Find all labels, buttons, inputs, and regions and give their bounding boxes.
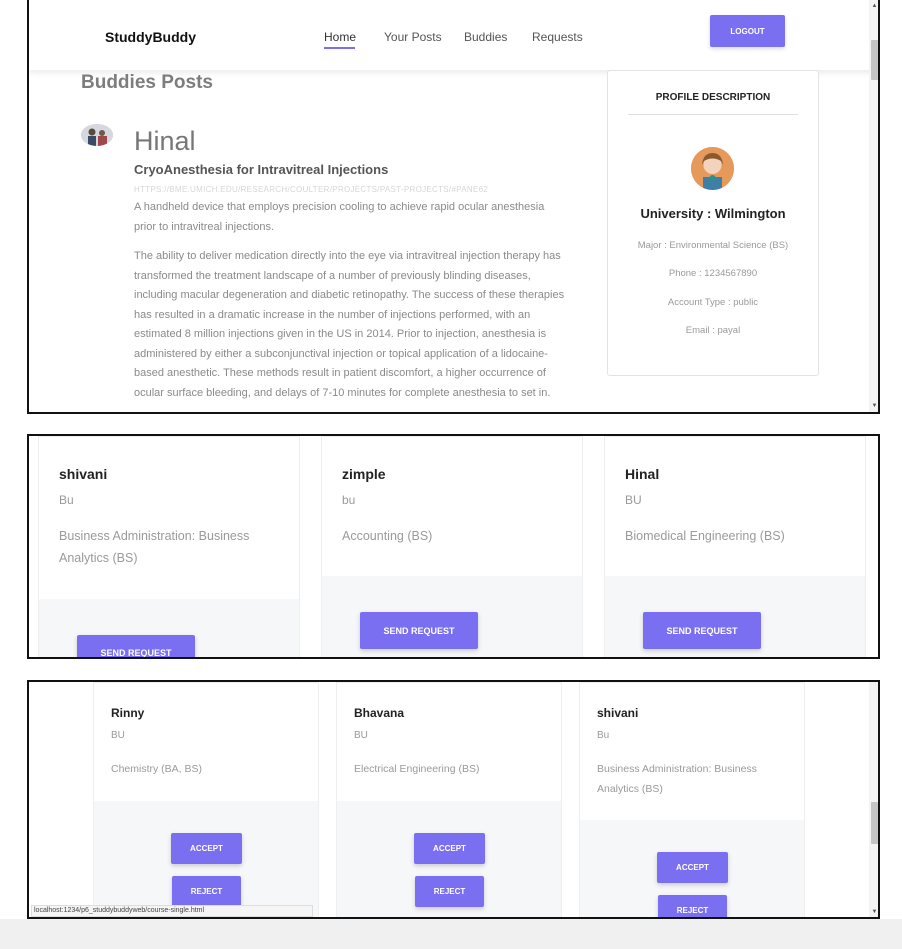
post-body: The ability to deliver medication direct… — [134, 250, 565, 399]
request-university: Bu — [597, 730, 610, 741]
status-bar-url: localhost:1234/p6_studdybuddyweb/course-… — [31, 905, 313, 917]
request-card: Bhavana BU Electrical Engineering (BS) A… — [336, 682, 562, 917]
profile-divider — [628, 114, 798, 115]
request-name: Bhavana — [354, 706, 405, 720]
profile-email: Email : payal — [685, 325, 741, 336]
buddy-name: shivani — [59, 466, 108, 482]
navbar: StuddyBuddy Home Your Posts Buddies Requ… — [29, 0, 878, 70]
home-page-panel: StuddyBuddy Home Your Posts Buddies Requ… — [27, 0, 880, 414]
brand-logo[interactable]: StuddyBuddy — [105, 29, 196, 45]
nav-home[interactable]: Home — [324, 30, 356, 44]
buddy-name: zimple — [342, 466, 386, 482]
vertical-scrollbar[interactable]: ▼ — [869, 682, 878, 917]
request-major: Electrical Engineering (BS) — [354, 763, 480, 775]
buddy-university: BU — [625, 493, 642, 507]
buddy-university: bu — [342, 493, 356, 507]
accept-button[interactable]: ACCEPT — [414, 833, 485, 864]
nav-active-indicator — [324, 47, 355, 49]
nav-your-posts[interactable]: Your Posts — [384, 30, 442, 44]
request-major: Business Administration: Business Analyt… — [597, 763, 757, 795]
buddy-major: Accounting (BS) — [342, 529, 433, 543]
reject-button[interactable]: REJECT — [415, 876, 484, 907]
profile-phone: Phone : 1234567890 — [668, 268, 758, 279]
send-request-button[interactable]: SEND REQUEST — [77, 635, 195, 657]
buddy-card: shivani Bu Business Administration: Busi… — [38, 436, 300, 657]
buddy-university: Bu — [59, 493, 74, 507]
section-title: Buddies Posts — [81, 72, 213, 93]
profile-card: PROFILE DESCRIPTION University : Wilming… — [607, 70, 819, 376]
accept-button[interactable]: ACCEPT — [171, 833, 242, 864]
post-author-name[interactable]: Hinal — [134, 126, 196, 157]
request-name: shivani — [597, 706, 639, 720]
profile-avatar — [691, 147, 734, 190]
post-title[interactable]: CryoAnesthesia for Intravitreal Injectio… — [134, 162, 388, 177]
send-request-button[interactable]: SEND REQUEST — [360, 612, 478, 649]
vertical-scrollbar[interactable]: ▲ ▼ — [869, 0, 878, 412]
logout-button[interactable]: LOGOUT — [710, 15, 785, 47]
accept-button[interactable]: ACCEPT — [657, 852, 728, 883]
requests-panel: Rinny BU Chemistry (BA, BS) ACCEPT REJEC… — [27, 680, 880, 919]
post-summary: A handheld device that employs precision… — [134, 201, 545, 233]
nav-buddies[interactable]: Buddies — [464, 30, 507, 44]
buddy-name: Hinal — [625, 466, 660, 482]
request-card: Rinny BU Chemistry (BA, BS) ACCEPT REJEC… — [93, 682, 319, 917]
profile-major: Major : Environmental Science (BS) — [637, 240, 789, 251]
scroll-thumb[interactable] — [871, 802, 878, 844]
request-card: shivani Bu Business Administration: Busi… — [579, 682, 805, 917]
scroll-up-icon[interactable]: ▲ — [869, 2, 878, 11]
reject-button[interactable]: REJECT — [658, 895, 727, 917]
request-university: BU — [354, 730, 368, 741]
post-author-avatar — [81, 124, 113, 146]
reject-button[interactable]: REJECT — [172, 876, 241, 907]
profile-university: University : Wilmington — [640, 206, 786, 221]
buddy-major: Business Administration: Business Analyt… — [59, 529, 250, 565]
buddies-panel: shivani Bu Business Administration: Busi… — [27, 434, 880, 659]
scroll-thumb[interactable] — [871, 40, 878, 80]
buddy-major: Biomedical Engineering (BS) — [625, 529, 785, 543]
post-link[interactable]: HTTPS://BME.UMICH.EDU/RESEARCH/COULTER/P… — [134, 185, 488, 194]
request-major: Chemistry (BA, BS) — [111, 763, 203, 775]
buddy-card: Hinal BU Biomedical Engineering (BS) SEN… — [604, 436, 866, 657]
profile-heading: PROFILE DESCRIPTION — [655, 92, 771, 103]
nav-requests[interactable]: Requests — [532, 30, 583, 44]
scroll-down-icon[interactable]: ▼ — [869, 402, 878, 411]
profile-account-type: Account Type : public — [667, 297, 759, 308]
request-university: BU — [111, 730, 125, 741]
send-request-button[interactable]: SEND REQUEST — [643, 612, 761, 649]
request-name: Rinny — [111, 706, 145, 720]
buddy-card: zimple bu Accounting (BS) SEND REQUEST — [321, 436, 583, 657]
scroll-down-icon[interactable]: ▼ — [869, 908, 878, 917]
bottom-strip — [0, 919, 902, 949]
